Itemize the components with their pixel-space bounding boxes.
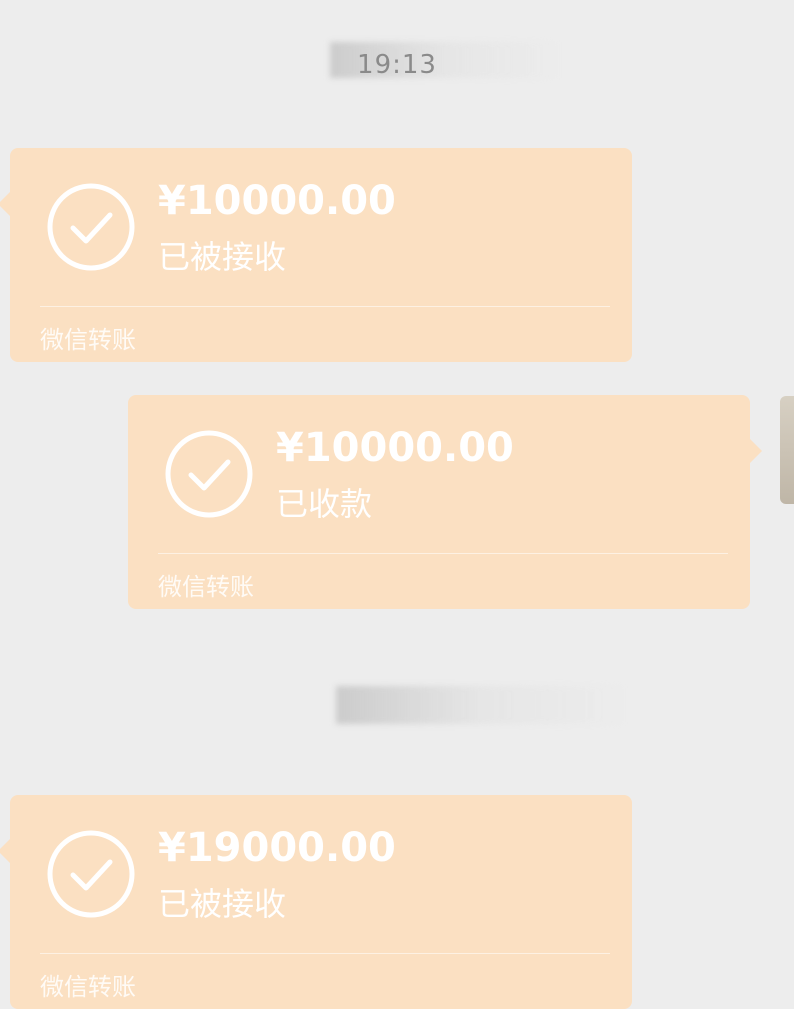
transfer-amount: ¥19000.00 (158, 825, 396, 871)
card-divider (40, 306, 610, 307)
transfer-status: 已被接收 (158, 885, 287, 923)
message-timestamp: 19:13 (357, 50, 437, 80)
transfer-source-label: 微信转账 (158, 573, 254, 601)
card-divider (158, 553, 728, 554)
card-divider (40, 953, 610, 954)
check-circle-icon (47, 183, 135, 271)
check-circle-icon (47, 830, 135, 918)
transfer-amount: ¥10000.00 (158, 178, 396, 224)
transfer-message-card[interactable]: ¥19000.00 已被接收 微信转账 (0, 795, 632, 1009)
transfer-message-card[interactable]: ¥10000.00 已收款 微信转账 (128, 395, 762, 609)
check-circle-icon (165, 430, 253, 518)
transfer-status: 已被接收 (158, 238, 287, 276)
transfer-message-card[interactable]: ¥10000.00 已被接收 微信转账 (0, 148, 632, 362)
timestamp-redaction-blur (336, 686, 626, 724)
transfer-source-label: 微信转账 (40, 326, 136, 354)
avatar[interactable] (780, 396, 794, 504)
transfer-amount: ¥10000.00 (276, 425, 514, 471)
transfer-source-label: 微信转账 (40, 973, 136, 1001)
transfer-status: 已收款 (276, 485, 373, 523)
